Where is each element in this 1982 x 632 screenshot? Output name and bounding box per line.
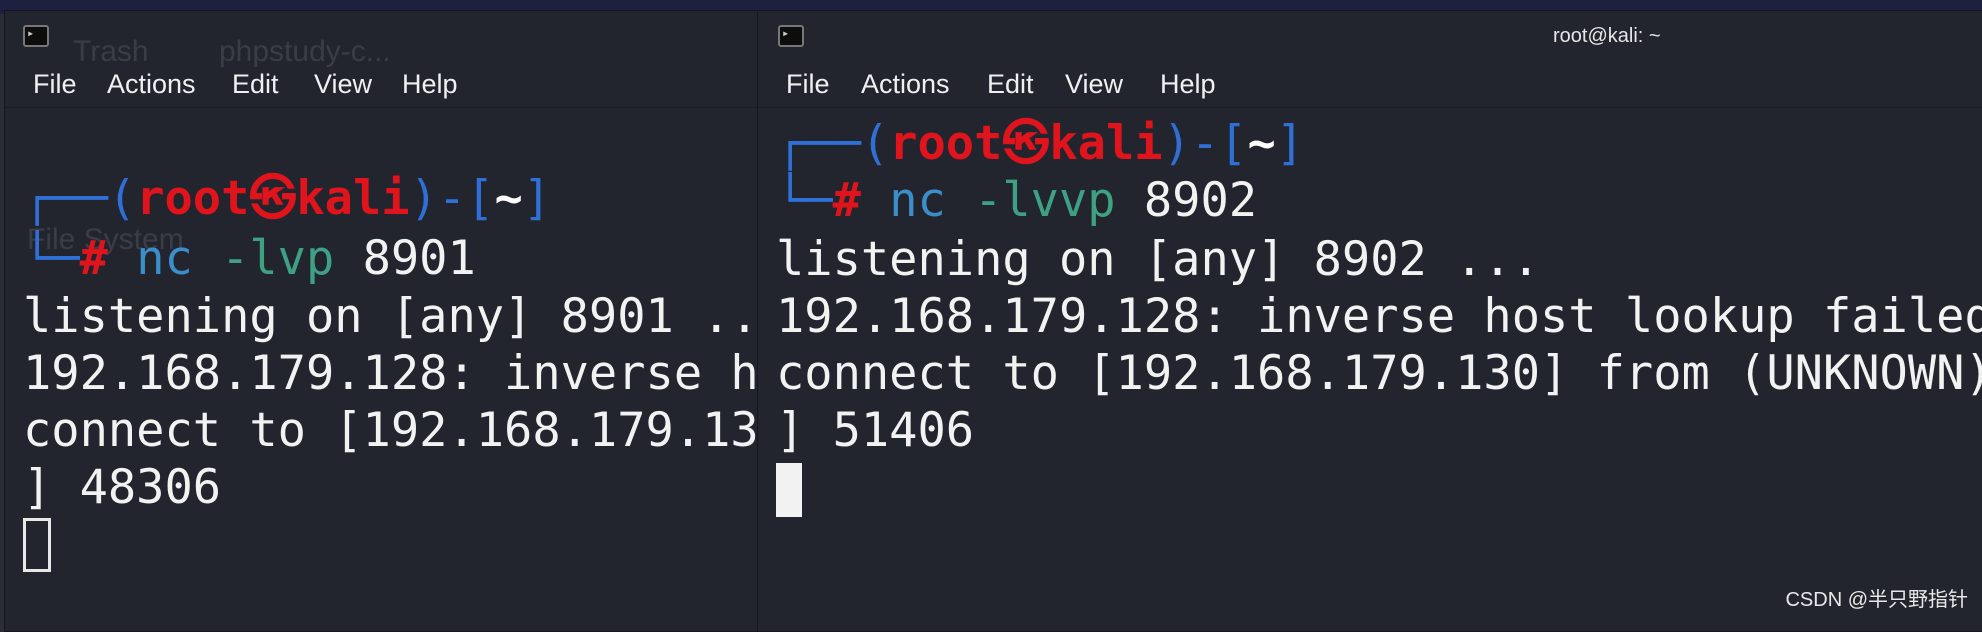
menu-edit[interactable]: Edit: [232, 69, 279, 100]
prompt-line-1: ┌──(root㉿kali)-[~]: [23, 171, 552, 226]
terminal-icon: ▸: [778, 25, 804, 47]
menu-help[interactable]: Help: [1160, 69, 1216, 100]
prompt-line-2: └─# nc -lvvp 8902: [776, 173, 1258, 228]
output-line: listening on [any] 8901 ...: [23, 289, 760, 344]
menu-view[interactable]: View: [314, 69, 372, 100]
terminal-window-right[interactable]: ▸ root@kali: ~ File Actions Edit View He…: [757, 10, 1982, 632]
output-line: 192.168.179.128: inverse host lookup fai…: [776, 289, 1982, 344]
menu-file[interactable]: File: [33, 69, 77, 100]
terminal-icon: ▸: [23, 25, 49, 47]
output-line: 192.168.179.128: inverse host lookup fai…: [23, 346, 759, 401]
watermark: CSDN @半只野指针: [1785, 589, 1968, 611]
menu-actions[interactable]: Actions: [107, 69, 196, 100]
terminal-cursor: [776, 463, 802, 517]
output-line: connect to [192.168.179.130] from (UNKNO…: [23, 403, 759, 458]
prompt-line-1: ┌──(root㉿kali)-[~]: [776, 116, 1305, 171]
prompt-line-2: └─# nc -lvp 8901: [23, 231, 476, 286]
menu-file[interactable]: File: [786, 69, 830, 100]
menu-bar: File Actions Edit View Help: [5, 65, 759, 108]
menu-view[interactable]: View: [1065, 69, 1123, 100]
output-line: ] 51406: [776, 403, 975, 458]
desktop-icon-trash: Trash: [73, 35, 149, 68]
menu-bar: File Actions Edit View Help: [758, 65, 1982, 108]
menu-actions[interactable]: Actions: [861, 69, 950, 100]
menu-edit[interactable]: Edit: [987, 69, 1034, 100]
terminal-window-left[interactable]: ▸ Trash phpstudy-c... File Actions Edit …: [4, 10, 760, 632]
window-title: root@kali: ~: [1553, 25, 1661, 47]
output-line: connect to [192.168.179.130] from (UNKNO…: [776, 346, 1982, 401]
desktop-icon-phpstudy: phpstudy-c...: [219, 35, 391, 68]
menu-help[interactable]: Help: [402, 69, 458, 100]
output-line: ] 48306: [23, 460, 222, 515]
output-line: listening on [any] 8902 ...: [776, 232, 1541, 287]
terminal-cursor: [23, 518, 51, 572]
